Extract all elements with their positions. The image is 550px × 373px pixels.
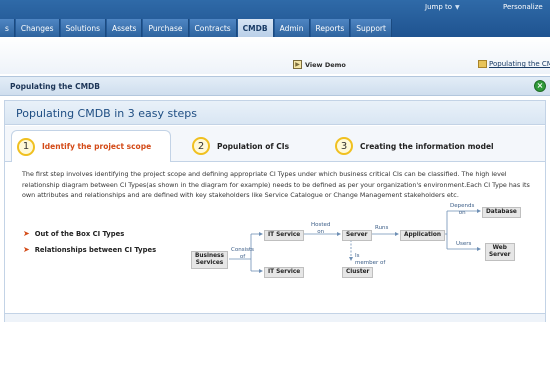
dialog-title: Populating the CMDB <box>10 82 100 91</box>
node-label: Application <box>404 232 441 238</box>
top-navigation-bar: Jump to ▼ Personalize s Changes Solutions… <box>0 0 550 37</box>
node-label: IT Service <box>268 232 301 238</box>
bullet-label: Relationships between CI Types <box>34 245 157 254</box>
panel-header: Populating CMDB in 3 easy steps <box>5 101 545 125</box>
node-label: IT Service <box>268 269 301 275</box>
node-label: Database <box>486 209 517 215</box>
tab-assets[interactable]: Assets <box>107 19 143 37</box>
tab-reports[interactable]: Reports <box>310 19 351 37</box>
arrow-right-icon: ➤ <box>23 229 30 238</box>
tab-admin[interactable]: Admin <box>274 19 310 37</box>
node-label: Business Services <box>195 253 224 266</box>
bullet-item[interactable]: ➤ Relationships between CI Types <box>23 245 156 254</box>
bullet-label: Out of the Box CI Types <box>34 229 125 238</box>
step-tab-2[interactable]: 2 Population of CIs <box>192 130 289 162</box>
panel-title: Populating CMDB in 3 easy steps <box>16 107 198 120</box>
relation-users: Users <box>456 241 472 247</box>
panel-footer <box>5 313 545 322</box>
close-icon[interactable]: × <box>534 80 546 92</box>
relation-runs: Runs <box>375 225 389 231</box>
step-description: The first step involves identifying the … <box>22 170 530 199</box>
folder-icon <box>478 60 487 68</box>
tab-contracts[interactable]: Contracts <box>189 19 237 37</box>
node-label: Web Server <box>489 245 511 258</box>
tab-partial[interactable]: s <box>0 19 15 37</box>
tab-purchase[interactable]: Purchase <box>143 19 189 37</box>
main-tabs: s Changes Solutions Assets Purchase Cont… <box>0 19 393 37</box>
step-tabs: 1 Identify the project scope 2 Populatio… <box>5 126 545 162</box>
step-number-circle: 3 <box>335 137 353 155</box>
tab-support[interactable]: Support <box>351 19 392 37</box>
tab-solutions[interactable]: Solutions <box>60 19 107 37</box>
node-label: Cluster <box>346 269 370 275</box>
step-tab-3[interactable]: 3 Creating the information model <box>335 130 494 162</box>
steps-panel: Populating CMDB in 3 easy steps 1 Identi… <box>4 100 546 322</box>
step-number-circle: 1 <box>17 137 35 156</box>
step-label: Creating the information model <box>360 141 494 151</box>
node-database: Database <box>482 207 521 218</box>
video-icon: ▶ <box>293 60 302 69</box>
step-number-circle: 2 <box>192 137 210 155</box>
relation-consists-of: Consists of <box>231 247 254 260</box>
step-label: Identify the project scope <box>42 142 152 151</box>
chevron-down-icon: ▼ <box>455 4 460 11</box>
jump-to-label: Jump to <box>425 3 453 11</box>
node-server: Server <box>342 230 372 241</box>
node-cluster: Cluster <box>342 267 374 278</box>
relation-is-member-of: Is member of <box>355 253 386 266</box>
step-label: Population of CIs <box>217 141 290 151</box>
tab-cmdb[interactable]: CMDB <box>237 19 274 37</box>
sub-toolbar <box>0 37 550 74</box>
relation-hosted-on: Hosted on <box>311 222 331 235</box>
node-application: Application <box>400 230 445 241</box>
view-demo-label: View Demo <box>305 60 346 69</box>
view-demo-button[interactable]: ▶ View Demo <box>293 60 346 69</box>
step-tab-1[interactable]: 1 Identify the project scope <box>11 130 171 162</box>
node-business-services: Business Services <box>191 251 228 269</box>
dialog-header: Populating the CMDB × <box>0 76 550 96</box>
populating-cmdb-label: Populating the CMD <box>489 60 550 68</box>
jump-to-menu[interactable]: Jump to ▼ <box>425 3 460 11</box>
node-label: Server <box>346 232 368 238</box>
relation-depends-on: Depends on <box>450 203 475 216</box>
populating-cmdb-link[interactable]: Populating the CMD <box>478 60 550 68</box>
node-it-service-bottom: IT Service <box>264 267 305 278</box>
personalize-link[interactable]: Personalize <box>503 3 543 11</box>
node-web-server: Web Server <box>485 243 515 261</box>
arrow-right-icon: ➤ <box>23 245 30 254</box>
bullet-list: ➤ Out of the Box CI Types ➤ Relationship… <box>23 229 156 261</box>
node-it-service-top: IT Service <box>264 230 305 241</box>
tab-changes[interactable]: Changes <box>15 19 60 37</box>
bullet-item[interactable]: ➤ Out of the Box CI Types <box>23 229 156 238</box>
